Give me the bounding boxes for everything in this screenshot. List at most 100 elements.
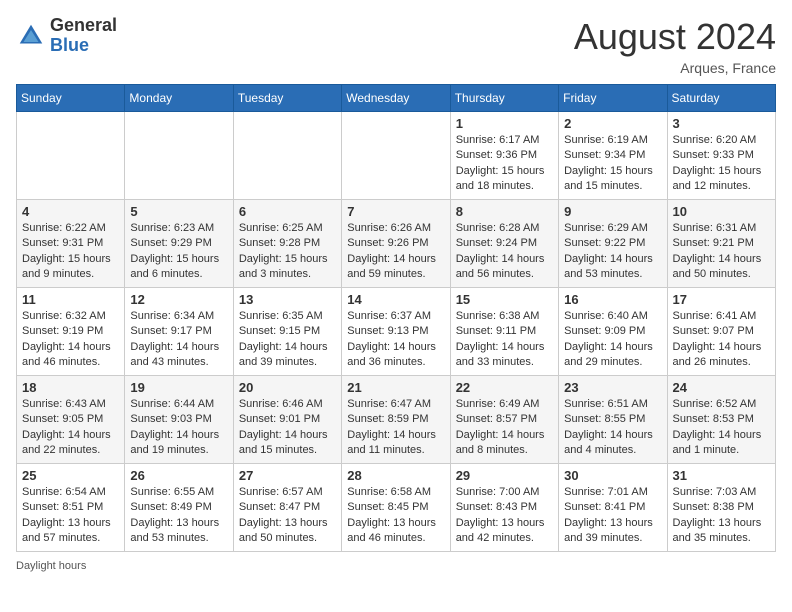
- day-number: 15: [456, 292, 553, 307]
- calendar-cell: 21 Sunrise: 6:47 AM Sunset: 8:59 PM Dayli…: [342, 376, 450, 464]
- calendar-cell: 7Sunrise: 6:26 AM Sunset: 9:26 PM Daylig…: [342, 200, 450, 288]
- day-number: 4: [22, 204, 119, 219]
- day-info: Sunrise: 6:26 AM Sunset: 9:26 PM Dayligh…: [347, 221, 444, 283]
- calendar-cell: [125, 112, 233, 200]
- calendar-cell: 26Sunrise: 6:55 AM Sunset: 8:49 PM Dayli…: [125, 464, 233, 552]
- day-info: Sunrise: 6:23 AM Sunset: 9:29 PM Dayligh…: [130, 221, 227, 283]
- footer: Daylight hours: [16, 560, 776, 572]
- calendar-cell: 29 Sunrise: 7:00 AM Sunset: 8:43 PM Dayli…: [450, 464, 558, 552]
- day-number: 10: [673, 204, 770, 219]
- day-number: 25: [22, 468, 119, 483]
- calendar-cell: 14Sunrise: 6:37 AM Sunset: 9:13 PM Dayli…: [342, 288, 450, 376]
- header-row: SundayMondayTuesdayWednesdayThursdayFrid…: [17, 85, 776, 112]
- day-of-week-header: Saturday: [667, 85, 775, 112]
- day-number: 31: [673, 468, 770, 483]
- calendar-cell: 4Sunrise: 6:22 AM Sunset: 9:31 PM Daylig…: [17, 200, 125, 288]
- day-number: 17: [673, 292, 770, 307]
- calendar-body: 1 Sunrise: 6:17 AM Sunset: 9:36 PM Daylig…: [17, 112, 776, 552]
- day-number: 30: [564, 468, 661, 483]
- calendar-cell: 5 Sunrise: 6:23 AM Sunset: 9:29 PM Daylig…: [125, 200, 233, 288]
- calendar-week-row: 4Sunrise: 6:22 AM Sunset: 9:31 PM Daylig…: [17, 200, 776, 288]
- day-number: 28: [347, 468, 444, 483]
- day-number: 8: [456, 204, 553, 219]
- day-number: 16: [564, 292, 661, 307]
- day-info: Sunrise: 6:41 AM Sunset: 9:07 PM Dayligh…: [673, 309, 770, 371]
- day-number: 9: [564, 204, 661, 219]
- calendar-cell: [233, 112, 341, 200]
- day-info: Sunrise: 6:31 AM Sunset: 9:21 PM Dayligh…: [673, 221, 770, 283]
- day-of-week-header: Friday: [559, 85, 667, 112]
- day-of-week-header: Sunday: [17, 85, 125, 112]
- day-info: Sunrise: 6:51 AM Sunset: 8:55 PM Dayligh…: [564, 397, 661, 459]
- day-info: Sunrise: 6:34 AM Sunset: 9:17 PM Dayligh…: [130, 309, 227, 371]
- day-info: Sunrise: 6:20 AM Sunset: 9:33 PM Dayligh…: [673, 133, 770, 195]
- day-info: Sunrise: 6:32 AM Sunset: 9:19 PM Dayligh…: [22, 309, 119, 371]
- calendar-cell: 15 Sunrise: 6:38 AM Sunset: 9:11 PM Dayli…: [450, 288, 558, 376]
- calendar-cell: 22 Sunrise: 6:49 AM Sunset: 8:57 PM Dayli…: [450, 376, 558, 464]
- day-number: 12: [130, 292, 227, 307]
- day-of-week-header: Wednesday: [342, 85, 450, 112]
- day-of-week-header: Monday: [125, 85, 233, 112]
- calendar-week-row: 1 Sunrise: 6:17 AM Sunset: 9:36 PM Daylig…: [17, 112, 776, 200]
- calendar-cell: 28Sunrise: 6:58 AM Sunset: 8:45 PM Dayli…: [342, 464, 450, 552]
- calendar-cell: 13 Sunrise: 6:35 AM Sunset: 9:15 PM Dayli…: [233, 288, 341, 376]
- day-info: Sunrise: 6:57 AM Sunset: 8:47 PM Dayligh…: [239, 485, 336, 547]
- logo-blue-text: Blue: [50, 36, 117, 56]
- day-number: 1: [456, 116, 553, 131]
- day-number: 27: [239, 468, 336, 483]
- day-info: Sunrise: 6:46 AM Sunset: 9:01 PM Dayligh…: [239, 397, 336, 459]
- day-number: 24: [673, 380, 770, 395]
- day-info: Sunrise: 7:00 AM Sunset: 8:43 PM Dayligh…: [456, 485, 553, 547]
- day-info: Sunrise: 6:19 AM Sunset: 9:34 PM Dayligh…: [564, 133, 661, 195]
- calendar-cell: 6Sunrise: 6:25 AM Sunset: 9:28 PM Daylig…: [233, 200, 341, 288]
- calendar-cell: 17 Sunrise: 6:41 AM Sunset: 9:07 PM Dayli…: [667, 288, 775, 376]
- calendar-cell: 16Sunrise: 6:40 AM Sunset: 9:09 PM Dayli…: [559, 288, 667, 376]
- calendar-week-row: 25 Sunrise: 6:54 AM Sunset: 8:51 PM Dayli…: [17, 464, 776, 552]
- calendar-cell: 2 Sunrise: 6:19 AM Sunset: 9:34 PM Daylig…: [559, 112, 667, 200]
- day-number: 2: [564, 116, 661, 131]
- location: Arques, France: [574, 60, 776, 76]
- calendar-cell: [17, 112, 125, 200]
- day-number: 29: [456, 468, 553, 483]
- day-info: Sunrise: 6:44 AM Sunset: 9:03 PM Dayligh…: [130, 397, 227, 459]
- calendar-cell: 23Sunrise: 6:51 AM Sunset: 8:55 PM Dayli…: [559, 376, 667, 464]
- day-info: Sunrise: 6:54 AM Sunset: 8:51 PM Dayligh…: [22, 485, 119, 547]
- calendar-cell: 3 Sunrise: 6:20 AM Sunset: 9:33 PM Daylig…: [667, 112, 775, 200]
- day-number: 11: [22, 292, 119, 307]
- day-info: Sunrise: 7:03 AM Sunset: 8:38 PM Dayligh…: [673, 485, 770, 547]
- month-year: August 2024: [574, 16, 776, 58]
- calendar-table: SundayMondayTuesdayWednesdayThursdayFrid…: [16, 84, 776, 552]
- calendar-cell: 12 Sunrise: 6:34 AM Sunset: 9:17 PM Dayli…: [125, 288, 233, 376]
- day-info: Sunrise: 6:35 AM Sunset: 9:15 PM Dayligh…: [239, 309, 336, 371]
- day-number: 14: [347, 292, 444, 307]
- calendar-cell: 31 Sunrise: 7:03 AM Sunset: 8:38 PM Dayli…: [667, 464, 775, 552]
- page-header: General Blue August 2024 Arques, France: [16, 16, 776, 76]
- day-info: Sunrise: 6:47 AM Sunset: 8:59 PM Dayligh…: [347, 397, 444, 459]
- day-number: 18: [22, 380, 119, 395]
- calendar-cell: 27 Sunrise: 6:57 AM Sunset: 8:47 PM Dayli…: [233, 464, 341, 552]
- day-number: 22: [456, 380, 553, 395]
- day-number: 21: [347, 380, 444, 395]
- day-number: 19: [130, 380, 227, 395]
- day-info: Sunrise: 6:17 AM Sunset: 9:36 PM Dayligh…: [456, 133, 553, 195]
- daylight-label: Daylight hours: [16, 560, 86, 572]
- day-number: 3: [673, 116, 770, 131]
- calendar-cell: 11 Sunrise: 6:32 AM Sunset: 9:19 PM Dayli…: [17, 288, 125, 376]
- calendar-week-row: 18 Sunrise: 6:43 AM Sunset: 9:05 PM Dayli…: [17, 376, 776, 464]
- day-of-week-header: Thursday: [450, 85, 558, 112]
- calendar-cell: 20 Sunrise: 6:46 AM Sunset: 9:01 PM Dayli…: [233, 376, 341, 464]
- day-info: Sunrise: 6:49 AM Sunset: 8:57 PM Dayligh…: [456, 397, 553, 459]
- day-info: Sunrise: 6:29 AM Sunset: 9:22 PM Dayligh…: [564, 221, 661, 283]
- day-info: Sunrise: 6:38 AM Sunset: 9:11 PM Dayligh…: [456, 309, 553, 371]
- day-info: Sunrise: 6:52 AM Sunset: 8:53 PM Dayligh…: [673, 397, 770, 459]
- calendar-cell: 8Sunrise: 6:28 AM Sunset: 9:24 PM Daylig…: [450, 200, 558, 288]
- day-number: 5: [130, 204, 227, 219]
- logo: General Blue: [16, 16, 117, 56]
- day-number: 13: [239, 292, 336, 307]
- title-block: August 2024 Arques, France: [574, 16, 776, 76]
- calendar-cell: 1 Sunrise: 6:17 AM Sunset: 9:36 PM Daylig…: [450, 112, 558, 200]
- day-number: 20: [239, 380, 336, 395]
- day-info: Sunrise: 6:25 AM Sunset: 9:28 PM Dayligh…: [239, 221, 336, 283]
- calendar-cell: 18 Sunrise: 6:43 AM Sunset: 9:05 PM Dayli…: [17, 376, 125, 464]
- day-info: Sunrise: 6:43 AM Sunset: 9:05 PM Dayligh…: [22, 397, 119, 459]
